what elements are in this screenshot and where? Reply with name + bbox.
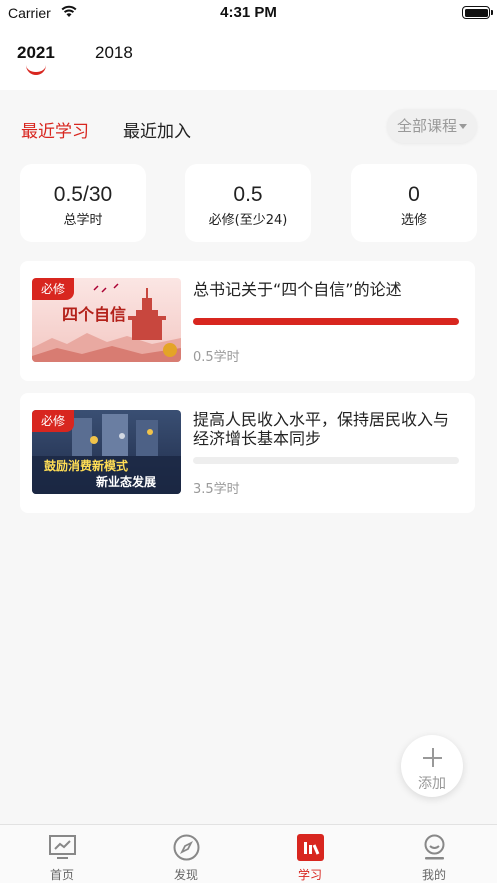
year-tab-label: 2021 (17, 43, 55, 62)
tab-label: 我的 (421, 868, 446, 882)
course-title: 提高人民收入水平，保持居民收入与经济增长基本同步 (193, 410, 450, 448)
year-tab-2018[interactable]: 2018 (95, 43, 133, 63)
progress-bar (193, 457, 459, 464)
year-tab-2021[interactable]: 2021 (17, 43, 55, 75)
course-header: 最近学习 最近加入 全部课程 (0, 90, 497, 162)
year-tab-label: 2018 (95, 43, 133, 62)
course-title: 总书记关于“四个自信”的论述 (193, 280, 402, 299)
course-hours: 0.5学时 (193, 350, 240, 365)
required-badge: 必修 (32, 278, 74, 300)
tab-label: 发现 (173, 868, 198, 882)
tab-label: 学习 (297, 868, 322, 882)
stat-label: 总学时 (63, 213, 103, 228)
required-badge: 必修 (32, 410, 74, 432)
stat-elective: 0 选修 (351, 164, 477, 242)
tab-study[interactable]: 学习 (248, 825, 372, 883)
thumbnail-caption: 鼓励消费新模式 (44, 458, 128, 473)
study-book-icon (297, 834, 324, 861)
year-tabs: 2021 2018 (0, 26, 497, 90)
caret-down-icon (459, 124, 467, 129)
course-hours: 3.5学时 (193, 482, 240, 497)
battery-icon (462, 6, 493, 19)
course-thumbnail: 必修 鼓励消费新模式 新业态发展 (32, 410, 181, 494)
compass-icon (173, 834, 200, 861)
course-card[interactable]: 必修 四个自信 总书记关于“四个自信”的论述 0.5学时 (20, 261, 475, 381)
course-filter-dropdown[interactable]: 全部课程 (387, 109, 477, 143)
active-indicator (25, 65, 46, 75)
stat-total-hours: 0.5/30 总学时 (20, 164, 146, 242)
add-course-button[interactable]: 添加 (401, 735, 463, 797)
stat-value: 0 (408, 183, 420, 206)
plus-icon (423, 748, 442, 767)
tab-home[interactable]: 首页 (0, 825, 124, 883)
filter-label: 全部课程 (396, 117, 457, 135)
progress-bar (193, 318, 459, 325)
progress-fill (193, 318, 459, 325)
tab-label: 首页 (49, 868, 74, 882)
stat-value: 0.5/30 (53, 183, 113, 206)
clock: 4:31 PM (220, 4, 277, 21)
thumbnail-caption: 四个自信 (62, 305, 126, 324)
profile-icon (424, 834, 445, 860)
home-monitor-icon (49, 835, 76, 859)
thumbnail-caption: 新业态发展 (96, 474, 156, 489)
stat-label: 必修(至少24) (208, 213, 288, 228)
status-bar: Carrier 4:31 PM (0, 0, 497, 26)
add-label: 添加 (418, 776, 446, 792)
stat-value: 0.5 (233, 183, 263, 206)
stat-required: 0.5 必修(至少24) (185, 164, 311, 242)
stat-label: 选修 (400, 213, 427, 228)
bottom-tab-bar: 首页 发现 学习 我的 (0, 824, 497, 883)
tab-recent-study[interactable]: 最近学习 (21, 117, 89, 142)
tab-discover[interactable]: 发现 (124, 825, 248, 883)
tab-recent-added[interactable]: 最近加入 (123, 117, 191, 142)
course-thumbnail: 必修 四个自信 (32, 278, 181, 362)
tab-profile[interactable]: 我的 (372, 825, 496, 883)
course-card[interactable]: 必修 鼓励消费新模式 新业态发展 提高人民收入水平，保持居民收入与经济增长基本同… (20, 393, 475, 513)
